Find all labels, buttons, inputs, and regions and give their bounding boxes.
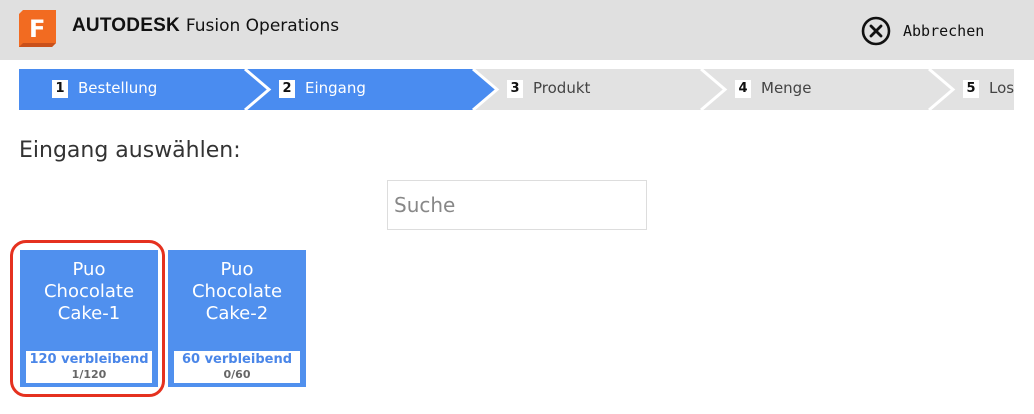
step-label: Menge	[761, 79, 812, 97]
remaining-label: 120 verbleibend	[29, 352, 149, 367]
app-title: AUTODESK Fusion Operations	[72, 14, 339, 37]
page-title: Eingang auswählen:	[19, 138, 241, 163]
card-footer: 120 verbleibend 1/120	[26, 351, 152, 383]
step-progress: 1 Bestellung 2 Eingang 3 Produkt 4 Menge…	[19, 69, 1014, 110]
card-title: Puo Chocolate Cake-1	[20, 259, 158, 325]
card-footer: 60 verbleibend 0/60	[174, 351, 300, 383]
cancel-label: Abbrechen	[903, 22, 985, 40]
receipt-card[interactable]: Puo Chocolate Cake-1 120 verbleibend 1/1…	[20, 250, 158, 387]
cancel-button[interactable]: Abbrechen	[861, 15, 984, 47]
count-label: 0/60	[223, 368, 251, 381]
step-label: Eingang	[305, 79, 366, 97]
card-title-line: Puo	[220, 259, 254, 280]
remaining-label: 60 verbleibend	[181, 352, 293, 367]
step-number: 2	[279, 80, 295, 98]
count-label: 1/120	[71, 368, 107, 381]
fusion-logo-icon: F	[19, 10, 56, 47]
card-title-line: Cake-2	[205, 303, 269, 324]
product-name: Fusion Operations	[185, 16, 340, 36]
logo-letter: F	[29, 15, 45, 43]
card-title-line: Chocolate	[191, 281, 283, 302]
card-title-line: Chocolate	[43, 281, 135, 302]
step-number: 1	[52, 80, 68, 98]
card-title: Puo Chocolate Cake-2	[168, 259, 306, 325]
step-label: Produkt	[533, 79, 591, 97]
step-label: Los	[989, 79, 1014, 97]
card-title-line: Cake-1	[57, 303, 121, 324]
receipt-card[interactable]: Puo Chocolate Cake-2 60 verbleibend 0/60	[168, 250, 306, 387]
step-label: Bestellung	[78, 79, 158, 97]
brand-name: AUTODESK	[72, 15, 180, 36]
card-title-line: Puo	[72, 259, 106, 280]
step-number: 3	[507, 80, 523, 98]
app-header: F AUTODESK Fusion Operations Abbrechen	[0, 0, 1034, 60]
close-circle-icon	[861, 16, 891, 46]
search-input[interactable]	[387, 180, 647, 230]
step-number: 4	[735, 80, 751, 98]
step-number: 5	[963, 80, 979, 98]
